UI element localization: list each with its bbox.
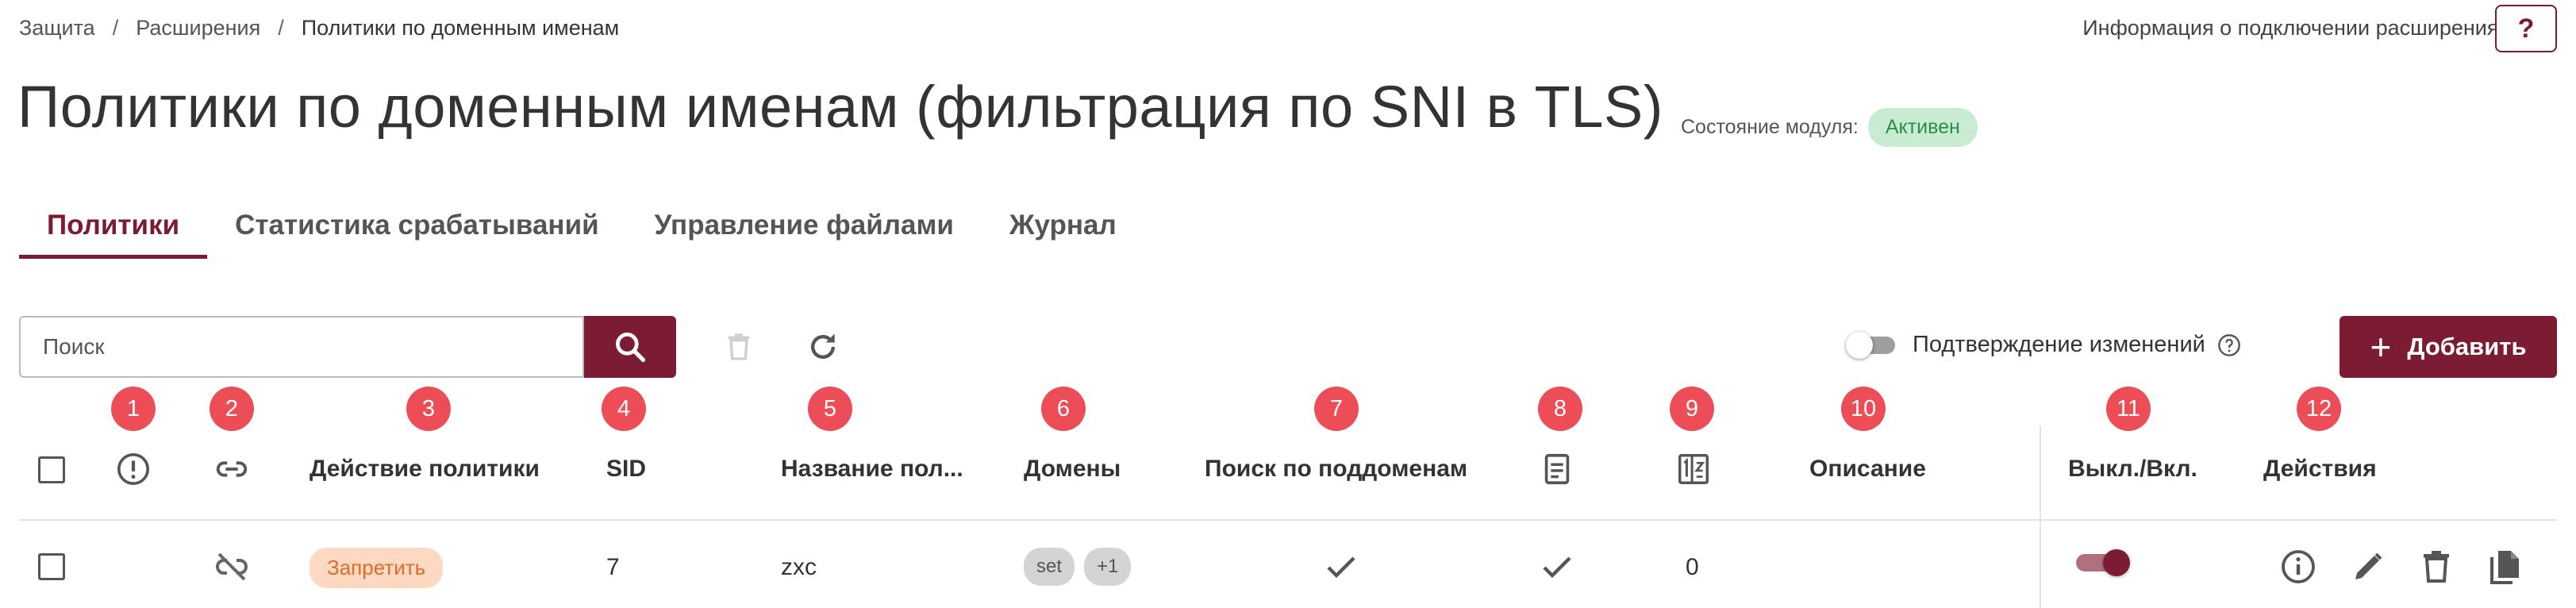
- trash-icon[interactable]: [2417, 548, 2455, 586]
- column-header-sid[interactable]: SID: [606, 456, 646, 483]
- tab-policies[interactable]: Политики: [19, 198, 208, 259]
- policy-enabled-toggle[interactable]: [2076, 549, 2130, 576]
- column-number-badge: 2: [210, 387, 254, 431]
- column-number-badge: 6: [1041, 387, 1086, 431]
- column-header-toggle: Выкл./Вкл.: [2068, 456, 2197, 482]
- check-icon: [1543, 556, 1571, 579]
- column-number-badge: 1: [111, 387, 156, 431]
- breadcrumb-current: Политики по доменным именам: [301, 16, 620, 40]
- breadcrumb: Защита / Расширения / Политики по доменн…: [19, 16, 619, 40]
- refresh-icon: [810, 333, 836, 360]
- column-number-badge: 3: [406, 387, 451, 431]
- edit-icon[interactable]: [2349, 548, 2387, 586]
- add-button-label: Добавить: [2407, 333, 2527, 360]
- counter-icon: [1678, 454, 1709, 484]
- select-all-checkbox[interactable]: [38, 456, 65, 483]
- column-number-badge: 9: [1670, 387, 1714, 431]
- column-header-actions: Действия: [2263, 456, 2377, 482]
- cell-count: 0: [1686, 554, 1699, 580]
- add-policy-button[interactable]: + Добавить: [2340, 316, 2557, 378]
- trash-icon: [728, 333, 750, 360]
- document-icon: [1544, 453, 1570, 485]
- column-number-badge: 11: [2106, 387, 2151, 431]
- alert-circle-icon: [117, 452, 150, 486]
- confirm-changes: Подтверждение изменений: [1846, 331, 2242, 359]
- search-icon: [616, 333, 646, 363]
- domain-chip: set: [1024, 548, 1075, 586]
- search-button[interactable]: [584, 316, 676, 378]
- column-header-domains[interactable]: Домены: [1024, 456, 1121, 483]
- connection-info-label: Информация о подключении расширения:: [2082, 16, 2505, 40]
- column-number-badge: 7: [1314, 387, 1359, 431]
- row-checkbox[interactable]: [38, 553, 65, 580]
- column-number-badge: 8: [1538, 387, 1582, 431]
- policy-action-tag: Запретить: [310, 548, 444, 588]
- copy-icon[interactable]: [2486, 548, 2524, 586]
- column-header-policy-action[interactable]: Действие политики: [310, 456, 540, 483]
- tab-file-management[interactable]: Управление файлами: [627, 198, 982, 259]
- info-icon[interactable]: [2279, 548, 2317, 586]
- page-title: Политики по доменным именам (фильтрация …: [17, 74, 1663, 140]
- table-divider: [19, 519, 2557, 521]
- help-circle-icon[interactable]: [2217, 333, 2242, 358]
- refresh-button[interactable]: [803, 327, 843, 367]
- breadcrumb-item-extensions[interactable]: Расширения: [136, 16, 260, 40]
- cell-policy-name: zxc: [781, 554, 817, 580]
- confirm-changes-label: Подтверждение изменений: [1913, 332, 2205, 357]
- table-column-divider: [2040, 425, 2041, 608]
- confirm-changes-toggle[interactable]: [1846, 331, 1895, 359]
- column-number-badge: 12: [2297, 387, 2341, 431]
- module-state-label: Состояние модуля:: [1681, 116, 1859, 138]
- tab-statistics[interactable]: Статистика срабатываний: [207, 198, 627, 259]
- plus-icon: +: [2370, 326, 2392, 367]
- column-header-subdomain-search[interactable]: Поиск по поддоменам: [1205, 456, 1467, 483]
- status-badge: Активен: [1867, 108, 1978, 147]
- column-number-badge: 4: [602, 387, 646, 431]
- delete-selected-button[interactable]: [719, 327, 759, 367]
- link-icon: [216, 461, 248, 477]
- cell-sid: 7: [606, 554, 620, 580]
- column-header-description[interactable]: Описание: [1809, 456, 1926, 483]
- column-number-badge: 5: [808, 387, 852, 431]
- connection-help-button[interactable]: ?: [2495, 5, 2557, 52]
- column-header-policy-name[interactable]: Название пол...: [781, 456, 963, 483]
- module-state: Состояние модуля: Активен: [1681, 108, 1978, 147]
- breadcrumb-separator: /: [278, 16, 284, 40]
- breadcrumb-item-protection[interactable]: Защита: [19, 16, 95, 40]
- column-number-badge: 10: [1841, 387, 1886, 431]
- breadcrumb-separator: /: [112, 16, 119, 40]
- domain-more-chip[interactable]: +1: [1084, 548, 1132, 586]
- tab-journal[interactable]: Журнал: [982, 198, 1144, 259]
- search-input[interactable]: [43, 334, 582, 360]
- search-field: [19, 316, 584, 378]
- tab-bar: Политики Статистика срабатываний Управле…: [19, 198, 1144, 259]
- link-off-icon: [216, 552, 248, 581]
- check-icon: [1327, 556, 1355, 579]
